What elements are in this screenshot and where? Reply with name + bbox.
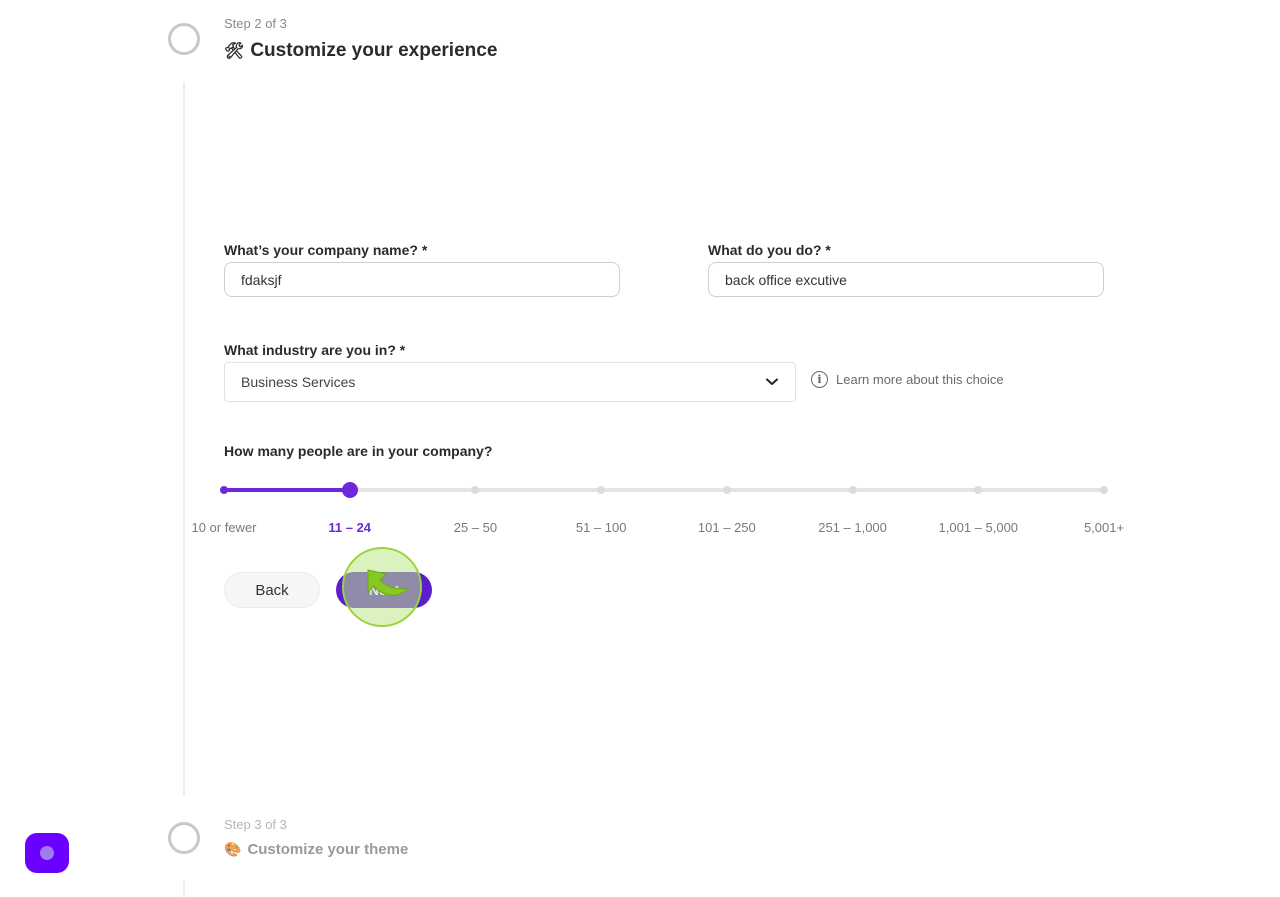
industry-selected-value: Business Services	[241, 374, 356, 390]
role-label: What do you do? *	[708, 242, 831, 258]
company-size-option[interactable]: 251 – 1,000	[818, 520, 887, 535]
company-size-option[interactable]: 25 – 50	[454, 520, 497, 535]
slider-fill	[224, 488, 350, 492]
role-input[interactable]: back office excutive	[708, 262, 1104, 297]
slider-step-dot[interactable]	[597, 486, 606, 494]
info-icon: i	[811, 371, 828, 388]
chevron-down-icon	[765, 375, 779, 389]
slider-step-dot[interactable]	[220, 486, 228, 494]
next-button[interactable]: Next	[336, 572, 432, 608]
company-size-option[interactable]: 51 – 100	[576, 520, 627, 535]
company-size-option[interactable]: 1,001 – 5,000	[939, 520, 1019, 535]
company-size-option[interactable]: 101 – 250	[698, 520, 756, 535]
step-3-title: 🎨 Customize your theme	[224, 841, 408, 858]
company-size-option[interactable]: 11 – 24	[328, 520, 371, 535]
company-name-value: fdaksjf	[241, 271, 282, 288]
step-3-title-text: Customize your theme	[247, 841, 409, 858]
back-button[interactable]: Back	[224, 572, 320, 608]
role-value: back office excutive	[725, 271, 847, 288]
step-3-indicator	[168, 822, 200, 854]
slider-step-dot[interactable]	[1100, 486, 1108, 494]
company-name-label: What’s your company name? *	[224, 242, 428, 258]
slider-step-dot[interactable]	[722, 486, 731, 494]
widget-dot-icon	[40, 846, 54, 860]
industry-select[interactable]: Business Services	[224, 362, 796, 402]
step-2-title-text: Customize your experience	[250, 40, 498, 61]
company-name-input[interactable]: fdaksjf	[224, 262, 620, 297]
timeline-line-bottom	[183, 880, 185, 897]
hammer-and-wrench-icon: 🛠	[224, 43, 245, 60]
step-2-label: Step 2 of 3	[224, 16, 287, 31]
palette-icon: 🎨	[224, 841, 242, 857]
learn-more-link[interactable]: i Learn more about this choice	[811, 371, 1004, 388]
slider-step-dot[interactable]	[471, 486, 480, 494]
step-3-label: Step 3 of 3	[224, 817, 287, 832]
slider-step-dot[interactable]	[848, 486, 857, 494]
slider-step-dot[interactable]	[974, 486, 983, 494]
step-2-indicator	[168, 23, 200, 55]
learn-more-text: Learn more about this choice	[836, 372, 1004, 387]
timeline-line	[183, 82, 185, 796]
company-size-option[interactable]: 5,001+	[1084, 520, 1124, 535]
floating-widget-button[interactable]	[25, 833, 69, 873]
company-size-option[interactable]: 10 or fewer	[191, 520, 256, 535]
slider-thumb[interactable]	[341, 482, 358, 498]
industry-label: What industry are you in? *	[224, 342, 406, 358]
step-2-title: 🛠 Customize your experience	[224, 40, 497, 62]
company-size-label: How many people are in your company?	[224, 443, 493, 459]
